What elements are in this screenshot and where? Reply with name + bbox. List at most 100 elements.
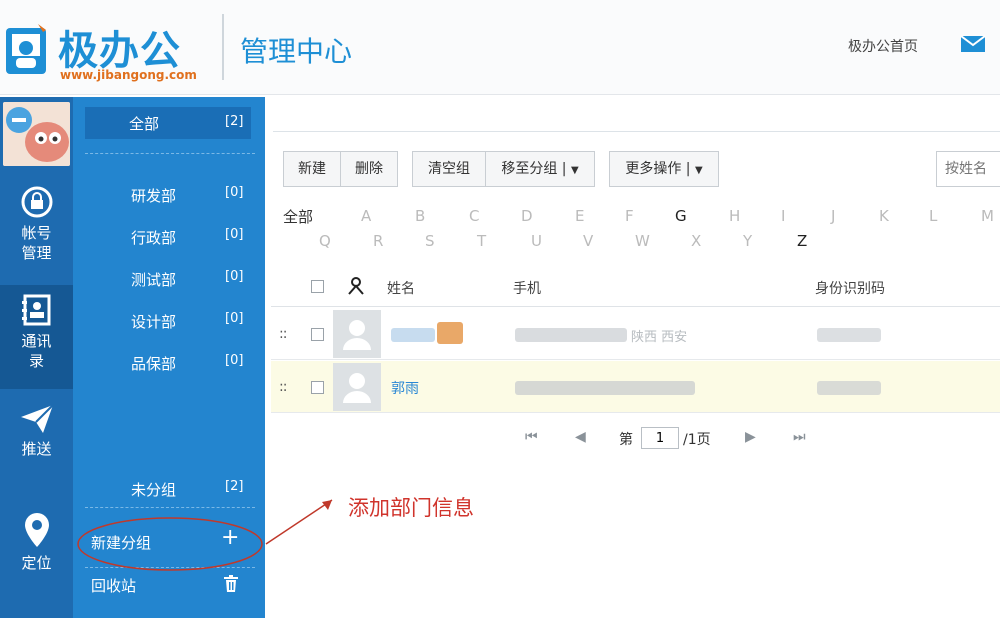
annotation-arrow bbox=[265, 499, 333, 545]
letter-item[interactable]: C bbox=[469, 207, 479, 225]
letter-item[interactable]: I bbox=[781, 207, 785, 225]
location-pin-icon bbox=[24, 513, 49, 547]
row-checkbox[interactable] bbox=[311, 328, 324, 341]
letter-item[interactable]: K bbox=[879, 207, 889, 225]
letter-filter: 全部 A B C D E F G H I J K L M Q R S T U V… bbox=[265, 203, 1000, 253]
nav-account-label-1: 帐号 bbox=[21, 224, 52, 242]
first-page-icon[interactable]: ⏮ bbox=[525, 429, 538, 445]
group-item[interactable]: 行政部 [0] bbox=[85, 221, 251, 251]
letter-item[interactable]: M bbox=[981, 207, 994, 225]
group-item-count: [0] bbox=[225, 185, 244, 200]
letter-item[interactable]: G bbox=[675, 207, 687, 225]
nav-location-label: 定位 bbox=[21, 554, 52, 572]
drag-handle-icon[interactable]: :: bbox=[279, 326, 288, 342]
blurred-phone bbox=[515, 328, 627, 342]
nav-push-label: 推送 bbox=[21, 440, 52, 458]
more-actions-dropdown[interactable]: 更多操作 | ▼ bbox=[609, 151, 719, 187]
logo[interactable]: 极办公 www.jibangong.com bbox=[4, 12, 214, 82]
letter-item[interactable]: Q bbox=[319, 232, 331, 250]
delete-button[interactable]: 删除 bbox=[340, 151, 398, 187]
group-item-count: [0] bbox=[225, 353, 244, 368]
select-all-checkbox[interactable] bbox=[311, 280, 324, 293]
search-input[interactable] bbox=[936, 151, 1000, 187]
logo-icon bbox=[6, 24, 46, 74]
clear-group-button[interactable]: 清空组 bbox=[412, 151, 486, 187]
pagination: ⏮ ◀ 第 /1页 ▶ ⏭ bbox=[515, 427, 835, 451]
page-title: 管理中心 bbox=[240, 35, 353, 68]
group-all[interactable]: 全部 [2] bbox=[85, 107, 251, 139]
new-button[interactable]: 新建 bbox=[283, 151, 341, 187]
column-id[interactable]: 身份识别码 bbox=[815, 278, 885, 298]
highlight-ellipse bbox=[77, 517, 263, 571]
letter-item[interactable]: W bbox=[635, 232, 650, 250]
letter-item[interactable]: Y bbox=[743, 232, 752, 250]
row-name[interactable]: 郭雨 bbox=[391, 378, 419, 398]
trash-icon[interactable] bbox=[223, 575, 239, 593]
column-name[interactable]: 姓名 bbox=[387, 278, 415, 298]
recycle-bin-link[interactable]: 回收站 bbox=[91, 575, 136, 596]
avatar[interactable] bbox=[3, 102, 70, 166]
group-ungrouped-count: [2] bbox=[225, 479, 244, 494]
group-ungrouped[interactable]: 未分组 [2] bbox=[85, 473, 251, 503]
contact-avatar bbox=[333, 363, 381, 411]
group-item-count: [0] bbox=[225, 227, 244, 242]
caret-down-icon: ▼ bbox=[570, 165, 579, 176]
table-row[interactable]: :: 郭雨 bbox=[271, 361, 1000, 413]
blurred-id bbox=[817, 328, 881, 342]
letter-item[interactable]: V bbox=[583, 232, 593, 250]
group-all-name: 全部 bbox=[129, 115, 160, 133]
letter-item[interactable]: X bbox=[691, 232, 701, 250]
page-input[interactable] bbox=[641, 427, 679, 449]
letter-item[interactable]: J bbox=[831, 207, 835, 225]
group-item-name: 行政部 bbox=[131, 229, 177, 247]
table-header: 姓名 手机 身份识别码 bbox=[271, 267, 1000, 307]
letter-item[interactable]: R bbox=[373, 232, 383, 250]
next-page-icon[interactable]: ▶ bbox=[745, 429, 756, 445]
column-phone[interactable]: 手机 bbox=[513, 278, 541, 298]
nav-contacts[interactable]: 通讯 录 bbox=[0, 285, 73, 389]
letter-all[interactable]: 全部 bbox=[283, 206, 313, 227]
page-prefix: 第 bbox=[619, 432, 633, 448]
blurred-badge bbox=[437, 322, 463, 344]
letter-item[interactable]: T bbox=[477, 232, 486, 250]
user-placeholder-icon bbox=[343, 320, 371, 350]
row-checkbox[interactable] bbox=[311, 381, 324, 394]
table-row[interactable]: :: 陕西 西安 bbox=[271, 308, 1000, 360]
avatar-image bbox=[3, 102, 70, 166]
drag-handle-icon[interactable]: :: bbox=[279, 379, 288, 395]
divider bbox=[85, 153, 255, 154]
group-item[interactable]: 研发部 [0] bbox=[85, 179, 251, 209]
letter-item[interactable]: D bbox=[521, 207, 533, 225]
letter-item[interactable]: E bbox=[575, 207, 584, 225]
last-page-icon[interactable]: ⏭ bbox=[793, 429, 806, 445]
letter-item[interactable]: L bbox=[929, 207, 937, 225]
letter-item[interactable]: H bbox=[729, 207, 740, 225]
group-item[interactable]: 设计部 [0] bbox=[85, 305, 251, 335]
nav-location[interactable]: 定位 bbox=[0, 511, 73, 581]
mail-icon[interactable] bbox=[960, 34, 986, 54]
group-item-count: [0] bbox=[225, 311, 244, 326]
nav-contacts-label-2: 录 bbox=[28, 352, 44, 370]
row-location: 陕西 西安 bbox=[631, 330, 688, 345]
top-divider bbox=[273, 131, 1000, 132]
nav-push[interactable]: 推送 bbox=[0, 403, 73, 473]
home-link[interactable]: 极办公首页 bbox=[848, 36, 918, 56]
nav-account-label-2: 管理 bbox=[21, 244, 52, 262]
letter-item[interactable]: B bbox=[415, 207, 425, 225]
prev-page-icon[interactable]: ◀ bbox=[575, 429, 586, 445]
caret-down-icon: ▼ bbox=[694, 165, 703, 176]
move-group-dropdown[interactable]: 移至分组 | ▼ bbox=[485, 151, 595, 187]
letter-item[interactable]: Z bbox=[797, 232, 807, 250]
group-item[interactable]: 测试部 [0] bbox=[85, 263, 251, 293]
nav-account[interactable]: 帐号 管理 bbox=[0, 185, 73, 265]
group-item[interactable]: 品保部 [0] bbox=[85, 347, 251, 377]
blurred-name bbox=[391, 328, 435, 342]
letter-item[interactable]: A bbox=[361, 207, 371, 225]
letter-item[interactable]: S bbox=[425, 232, 435, 250]
annotation-text: 添加部门信息 bbox=[348, 496, 474, 520]
letter-item[interactable]: U bbox=[531, 232, 542, 250]
divider bbox=[85, 507, 255, 508]
page-suffix: /1页 bbox=[683, 432, 711, 448]
group-ungrouped-name: 未分组 bbox=[131, 481, 177, 499]
letter-item[interactable]: F bbox=[625, 207, 634, 225]
